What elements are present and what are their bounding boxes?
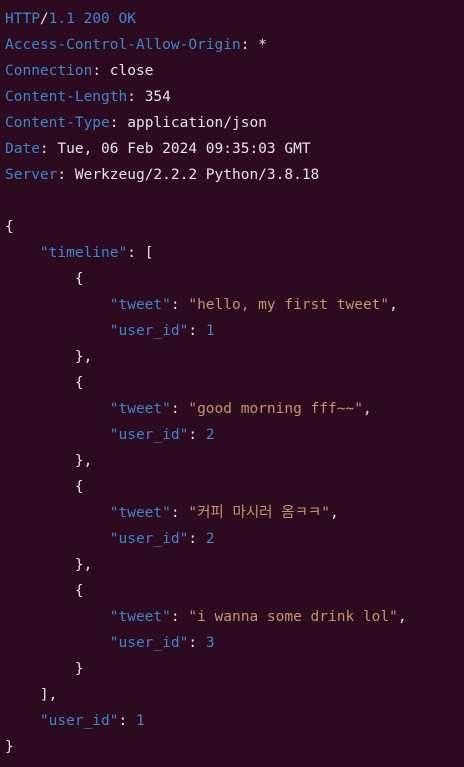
json-tweet-line: "tweet": "good morning fff~~",	[109, 401, 372, 417]
header-line: Date: Tue, 06 Feb 2024 09:35:03 GMT	[5, 141, 311, 157]
terminal-output: HTTP/1.1 200 OK Access-Control-Allow-Ori…	[5, 6, 464, 760]
json-key-user-id: "user_id"	[39, 713, 119, 729]
header-value: Werkzeug/2.2.2 Python/3.8.18	[74, 167, 320, 183]
json-key-tweet: "tweet"	[109, 609, 171, 625]
json-object-close: },	[5, 453, 93, 469]
json-key-timeline: "timeline"	[39, 245, 128, 261]
json-timeline-line: "timeline": [	[39, 245, 154, 261]
header-key: Connection	[5, 63, 93, 79]
json-object-open: {	[5, 479, 84, 495]
json-object-close: }	[5, 661, 84, 677]
header-value: close	[109, 63, 154, 79]
header-line: Connection: close	[5, 63, 154, 79]
header-line: Content-Length: 354	[5, 89, 171, 105]
json-user-id-value: 2	[205, 427, 215, 443]
json-userid-line: "user_id": 1	[109, 323, 215, 339]
json-tweet-value: "커피 마시러 옴ㅋㅋ"	[188, 505, 330, 521]
json-root-userid-line: "user_id": 1	[39, 713, 145, 729]
json-tweet-value: "i wanna some drink lol"	[188, 609, 398, 625]
json-tweet-value: "hello, my first tweet"	[188, 297, 390, 313]
json-key-tweet: "tweet"	[109, 401, 171, 417]
http-status-code: 200	[83, 11, 110, 27]
http-slash: /	[39, 11, 49, 27]
header-value: Tue, 06 Feb 2024 09:35:03 GMT	[57, 141, 311, 157]
json-tweet-line: "tweet": "i wanna some drink lol",	[109, 609, 407, 625]
json-user-id-value: 1	[205, 323, 215, 339]
header-key: Content-Type	[5, 115, 110, 131]
json-userid-line: "user_id": 2	[109, 531, 215, 547]
header-value: application/json	[127, 115, 267, 131]
json-tweet-value: "good morning fff~~"	[188, 401, 363, 417]
json-root-user-id-value: 1	[135, 713, 145, 729]
json-userid-line: "user_id": 3	[109, 635, 215, 651]
json-object-open: {	[5, 271, 84, 287]
json-tweet-line: "tweet": "커피 마시러 옴ㅋㅋ",	[109, 505, 339, 521]
json-object-open: {	[5, 375, 84, 391]
json-user-id-value: 2	[205, 531, 215, 547]
header-key: Date	[5, 141, 40, 157]
header-line: Server: Werkzeug/2.2.2 Python/3.8.18	[5, 167, 320, 183]
json-array-close: ],	[5, 687, 58, 703]
json-key-user-id: "user_id"	[109, 323, 189, 339]
header-line: Access-Control-Allow-Origin: *	[5, 37, 267, 53]
header-line: Content-Type: application/json	[5, 115, 267, 131]
http-status-reason: OK	[118, 11, 136, 27]
header-key: Access-Control-Allow-Origin	[5, 37, 241, 53]
json-close-brace: }	[5, 739, 14, 755]
json-key-tweet: "tweet"	[109, 505, 171, 521]
header-key: Content-Length	[5, 89, 128, 105]
json-key-user-id: "user_id"	[109, 427, 189, 443]
json-key-tweet: "tweet"	[109, 297, 171, 313]
header-key: Server	[5, 167, 58, 183]
json-key-user-id: "user_id"	[109, 531, 189, 547]
http-protocol: HTTP	[5, 11, 40, 27]
json-object-close: },	[5, 349, 93, 365]
http-version: 1.1	[48, 11, 75, 27]
json-open-brace: {	[5, 219, 14, 235]
json-userid-line: "user_id": 2	[109, 427, 215, 443]
header-value: *	[258, 37, 267, 53]
json-object-open: {	[5, 583, 84, 599]
status-line: HTTP/1.1 200 OK	[5, 6, 464, 32]
header-value: 354	[144, 89, 171, 105]
json-tweet-line: "tweet": "hello, my first tweet",	[109, 297, 398, 313]
json-key-user-id: "user_id"	[109, 635, 189, 651]
json-object-close: },	[5, 557, 93, 573]
json-user-id-value: 3	[205, 635, 215, 651]
